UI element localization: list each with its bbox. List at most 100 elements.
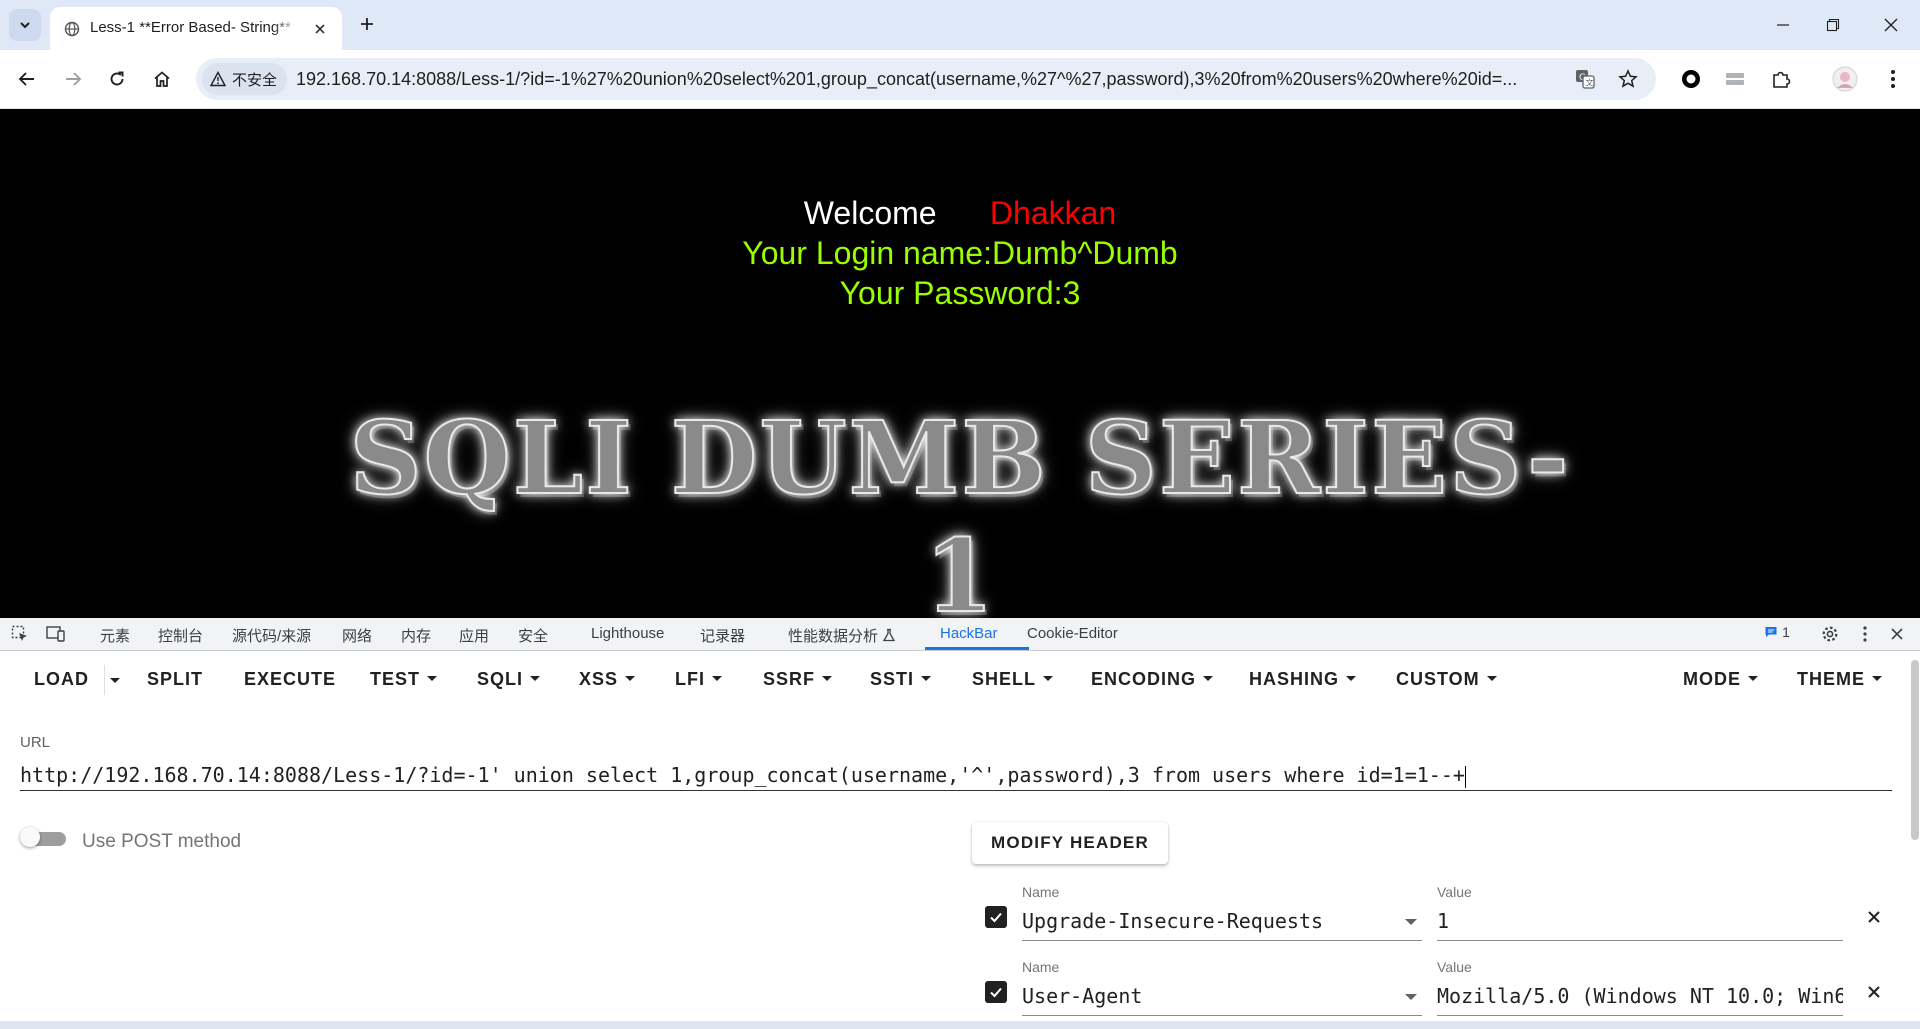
lfi-menu[interactable]: LFI	[675, 669, 722, 690]
devtools-tab-application[interactable]: 应用	[459, 625, 489, 646]
close-icon	[1868, 911, 1880, 923]
split-button[interactable]: SPLIT	[147, 669, 203, 690]
devtools-tab-bar: 元素 控制台 源代码/来源 网络 内存 应用 安全 Lighthouse 记录器…	[0, 618, 1920, 651]
encoding-menu[interactable]: ENCODING	[1091, 669, 1214, 690]
hackbar-menu: LOAD SPLIT EXECUTE TEST SQLI XSS LFI SSR…	[0, 651, 1920, 707]
close-icon	[1868, 986, 1880, 998]
ssrf-menu[interactable]: SSRF	[763, 669, 833, 690]
close-window-button[interactable]	[1874, 8, 1908, 42]
caret-down-icon[interactable]	[1405, 994, 1417, 1000]
welcome-name: Dhakkan	[989, 195, 1117, 231]
sqli-menu[interactable]: SQLI	[477, 669, 541, 690]
devtools-tab-hackbar[interactable]: HackBar	[940, 625, 998, 642]
header-enabled-checkbox[interactable]	[985, 981, 1007, 1003]
web-page: Welcome Dhakkan Your Login name:Dumb^Dum…	[0, 109, 1920, 636]
devtools-tab-security[interactable]: 安全	[518, 625, 548, 646]
hackbar-url-value: http://192.168.70.14:8088/Less-1/?id=-1'…	[20, 763, 1465, 787]
header-name-select[interactable]: User-Agent	[1022, 977, 1422, 1016]
encoding-menu-label: ENCODING	[1091, 669, 1197, 689]
execute-button[interactable]: EXECUTE	[244, 669, 336, 690]
theme-menu[interactable]: THEME	[1797, 669, 1882, 690]
new-tab-button[interactable]	[353, 10, 381, 38]
mode-menu[interactable]: MODE	[1683, 669, 1758, 690]
shell-menu-label: SHELL	[972, 669, 1037, 689]
header-value-input[interactable]: 1	[1437, 902, 1843, 941]
issues-badge[interactable]: 1	[1764, 624, 1790, 641]
delete-header-button[interactable]	[1863, 906, 1885, 928]
modify-header-button[interactable]: MODIFY HEADER	[972, 822, 1168, 864]
welcome-line: Welcome Dhakkan	[0, 195, 1920, 232]
xss-menu-label: XSS	[579, 669, 619, 689]
active-tab-indicator	[925, 647, 1029, 650]
devtools-tab-memory[interactable]: 内存	[401, 625, 431, 646]
header-enabled-checkbox[interactable]	[985, 906, 1007, 928]
post-method-label: Use POST method	[82, 831, 242, 852]
test-menu[interactable]: TEST	[370, 669, 438, 690]
restore-button[interactable]	[1816, 8, 1850, 42]
devtools-tab-performance[interactable]: 性能数据分析	[788, 625, 896, 646]
chevron-down-icon	[20, 22, 30, 29]
forward-button[interactable]	[56, 62, 90, 96]
menu-divider	[104, 665, 105, 695]
settings-icon[interactable]	[1820, 624, 1840, 644]
header-name-select[interactable]: Upgrade-Insecure-Requests	[1022, 902, 1422, 941]
ssti-menu-label: SSTI	[870, 669, 915, 689]
caret-down-icon[interactable]	[1405, 919, 1417, 925]
record-icon[interactable]	[1674, 62, 1708, 96]
minimize-icon	[1777, 24, 1789, 26]
tab-search-button[interactable]	[9, 9, 41, 41]
devtools-scrollbar[interactable]	[1911, 660, 1919, 840]
devtools-more-icon[interactable]	[1855, 624, 1875, 644]
caret-down-icon	[1872, 675, 1882, 681]
reload-button[interactable]	[100, 62, 134, 96]
caret-down-icon	[921, 675, 932, 681]
puzzle-icon[interactable]	[1764, 62, 1798, 96]
series-banner: SQLI DUMB SERIES-1	[348, 398, 1571, 636]
devtools-tab-lighthouse[interactable]: Lighthouse	[591, 625, 664, 642]
address-url[interactable]: 192.168.70.14:8088/Less-1/?id=-1%27%20un…	[296, 69, 1556, 90]
header-row: Name Value Upgrade-Insecure-Requests 1	[985, 884, 1885, 944]
post-method-toggle[interactable]	[20, 827, 68, 848]
test-menu-label: TEST	[370, 669, 421, 689]
devtools-tab-elements[interactable]: 元素	[100, 625, 130, 646]
home-button[interactable]	[145, 62, 179, 96]
load-button[interactable]: LOAD	[34, 669, 89, 690]
device-toolbar-icon[interactable]	[46, 624, 66, 644]
extension-bars-icon[interactable]	[1718, 62, 1752, 96]
load-dropdown-caret[interactable]	[110, 678, 120, 683]
caret-down-icon	[427, 675, 438, 681]
devtools-tab-recorder[interactable]: 记录器	[700, 625, 745, 646]
header-value-input[interactable]: Mozilla/5.0 (Windows NT 10.0; Win64; x64…	[1437, 977, 1843, 1016]
close-devtools-icon[interactable]	[1887, 624, 1907, 644]
ssti-menu[interactable]: SSTI	[870, 669, 932, 690]
header-value-label: Value	[1437, 884, 1472, 900]
xss-menu[interactable]: XSS	[579, 669, 636, 690]
star-icon[interactable]	[1616, 67, 1640, 91]
inspect-element-icon[interactable]	[10, 624, 30, 644]
minimize-button[interactable]	[1766, 8, 1800, 42]
browser-tab[interactable]: Less-1 **Error Based- String**	[50, 7, 342, 50]
more-vertical-icon[interactable]	[1876, 62, 1910, 96]
hashing-menu[interactable]: HASHING	[1249, 669, 1357, 690]
hackbar-url-input[interactable]: http://192.168.70.14:8088/Less-1/?id=-1'…	[20, 760, 1892, 791]
tab-title: Less-1 **Error Based- String**	[90, 19, 300, 36]
translate-icon[interactable]: G文	[1573, 67, 1597, 91]
address-bar[interactable]: 不安全 192.168.70.14:8088/Less-1/?id=-1%27%…	[196, 58, 1656, 100]
close-tab-button[interactable]	[310, 19, 330, 39]
globe-icon	[64, 21, 80, 37]
devtools-tab-network[interactable]: 网络	[342, 625, 372, 646]
caret-down-icon	[1346, 675, 1357, 681]
back-button[interactable]	[10, 62, 44, 96]
caret-down-icon	[712, 675, 722, 681]
login-name-line: Your Login name:Dumb^Dumb	[742, 235, 1178, 271]
shell-menu[interactable]: SHELL	[972, 669, 1054, 690]
header-row: Name Value User-Agent Mozilla/5.0 (Windo…	[985, 959, 1885, 1019]
devtools-tab-cookie-editor[interactable]: Cookie-Editor	[1027, 625, 1118, 642]
custom-menu[interactable]: CUSTOM	[1396, 669, 1497, 690]
security-chip[interactable]: 不安全	[202, 63, 288, 95]
devtools-tab-sources[interactable]: 源代码/来源	[232, 625, 311, 646]
password-line: Your Password:3	[839, 275, 1081, 311]
devtools-tab-console[interactable]: 控制台	[158, 625, 203, 646]
avatar[interactable]	[1828, 62, 1862, 96]
delete-header-button[interactable]	[1863, 981, 1885, 1003]
